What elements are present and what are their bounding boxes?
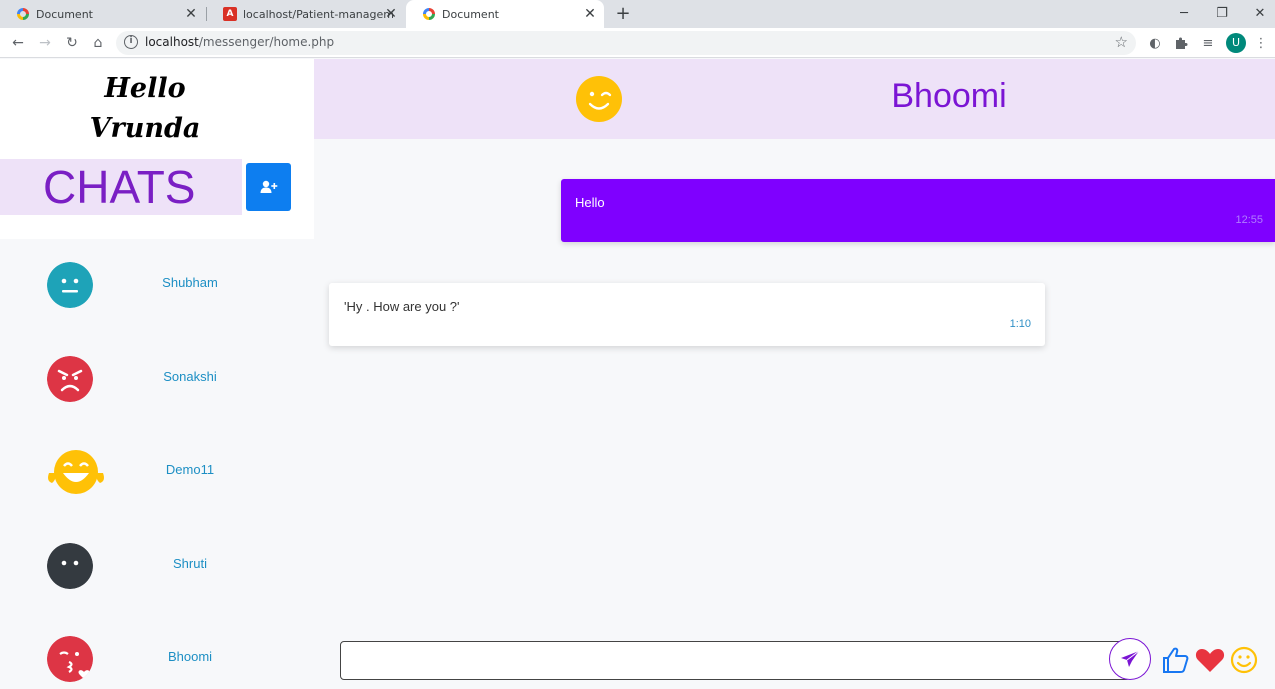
contact-name[interactable]: Bhoomi [130, 649, 250, 664]
app-favicon-icon [422, 7, 436, 21]
home-icon[interactable]: ⌂ [88, 33, 108, 53]
close-tab-icon[interactable]: ✕ [183, 6, 199, 22]
maximize-icon[interactable]: ❐ [1212, 4, 1232, 24]
tab-title: localhost/Patient-management-s [243, 7, 393, 21]
browser-tab-1[interactable]: Document ✕ [0, 0, 205, 28]
contact-name[interactable]: Sonakshi [130, 369, 250, 384]
reload-icon[interactable]: ↻ [62, 33, 82, 53]
kissing-face-icon [47, 636, 93, 682]
dark-mode-extension-icon[interactable]: ◐ [1145, 33, 1165, 53]
url-host: localhost [145, 35, 199, 49]
phpmyadmin-favicon-icon: A [223, 7, 237, 21]
chat-contact-name: Bhoomi [891, 77, 1007, 115]
contact-item-demo11[interactable]: Demo11 [0, 442, 314, 502]
address-bar[interactable]: i localhost/messenger/home.php ☆ [116, 31, 1136, 55]
heart-icon[interactable] [1195, 645, 1225, 675]
contact-item-shubham[interactable]: Shubham [0, 255, 314, 315]
app-favicon-icon [16, 7, 30, 21]
url-path: /messenger/home.php [198, 35, 335, 49]
media-playlist-icon[interactable]: ≡ [1198, 33, 1218, 53]
neutral-face-icon [47, 262, 93, 308]
browser-toolbar: ← → ↻ ⌂ i localhost/messenger/home.php ☆… [0, 28, 1275, 58]
winking-face-icon [576, 76, 622, 122]
contact-name[interactable]: Shubham [130, 275, 250, 290]
greeting-line-1: Hello [104, 73, 186, 104]
contact-name[interactable]: Demo11 [130, 462, 250, 477]
message-time: 1:10 [1009, 318, 1031, 330]
send-button[interactable] [1109, 638, 1151, 680]
chats-title: CHATS [0, 159, 242, 215]
smile-icon[interactable] [1229, 645, 1259, 675]
chat-sidebar: Hello Vrunda CHATS Shubham Sonakshi Demo… [0, 59, 314, 682]
site-info-icon[interactable]: i [124, 35, 138, 49]
forward-arrow-icon[interactable]: → [35, 33, 55, 53]
contact-item-bhoomi[interactable]: Bhoomi [0, 629, 314, 689]
message-bubble-sent: Hello 12:55 [561, 179, 1275, 242]
messenger-page: Hello Vrunda CHATS Shubham Sonakshi Demo… [0, 59, 1275, 682]
minimize-icon[interactable]: ─ [1174, 4, 1194, 24]
url-text: localhost/messenger/home.php [145, 35, 334, 49]
thumbs-up-icon[interactable] [1160, 645, 1190, 675]
message-time: 12:55 [1235, 214, 1263, 226]
angry-face-icon [47, 356, 93, 402]
greeting: Hello Vrunda [0, 69, 290, 149]
window-close-icon[interactable]: ✕ [1250, 4, 1270, 24]
message-text: Hello [575, 195, 605, 210]
contact-item-sonakshi[interactable]: Sonakshi [0, 349, 314, 409]
chat-header: Bhoomi [314, 59, 1275, 139]
message-input[interactable] [340, 641, 1130, 680]
no-mouth-face-icon [47, 543, 93, 589]
bookmark-star-icon[interactable]: ☆ [1115, 33, 1128, 51]
profile-avatar[interactable]: U [1226, 33, 1246, 53]
contact-item-shruti[interactable]: Shruti [0, 536, 314, 596]
browser-tab-2[interactable]: A localhost/Patient-management-s ✕ [207, 0, 405, 28]
paper-plane-icon [1121, 650, 1140, 667]
close-tab-icon[interactable]: ✕ [383, 6, 399, 22]
browser-tab-3-active[interactable]: Document ✕ [406, 0, 604, 28]
add-user-icon [260, 180, 277, 193]
tears-of-joy-icon [48, 450, 104, 494]
contact-name[interactable]: Shruti [130, 556, 250, 571]
sidebar-header: Hello Vrunda CHATS [0, 59, 314, 239]
add-contact-button[interactable] [246, 163, 291, 211]
extensions-puzzle-icon[interactable] [1171, 33, 1191, 53]
greeting-user-name: Vrunda [89, 113, 201, 144]
back-arrow-icon[interactable]: ← [8, 33, 28, 53]
close-tab-icon[interactable]: ✕ [582, 6, 598, 22]
menu-kebab-icon[interactable]: ⋮ [1251, 33, 1271, 53]
message-text: 'Hy . How are you ?' [344, 299, 460, 314]
browser-tab-bar: Document ✕ A localhost/Patient-managemen… [0, 0, 1275, 28]
tab-title: Document [36, 7, 93, 21]
message-bubble-received: 'Hy . How are you ?' 1:10 [329, 283, 1045, 346]
tab-title: Document [442, 7, 499, 21]
new-tab-plus-icon[interactable]: + [613, 4, 633, 24]
